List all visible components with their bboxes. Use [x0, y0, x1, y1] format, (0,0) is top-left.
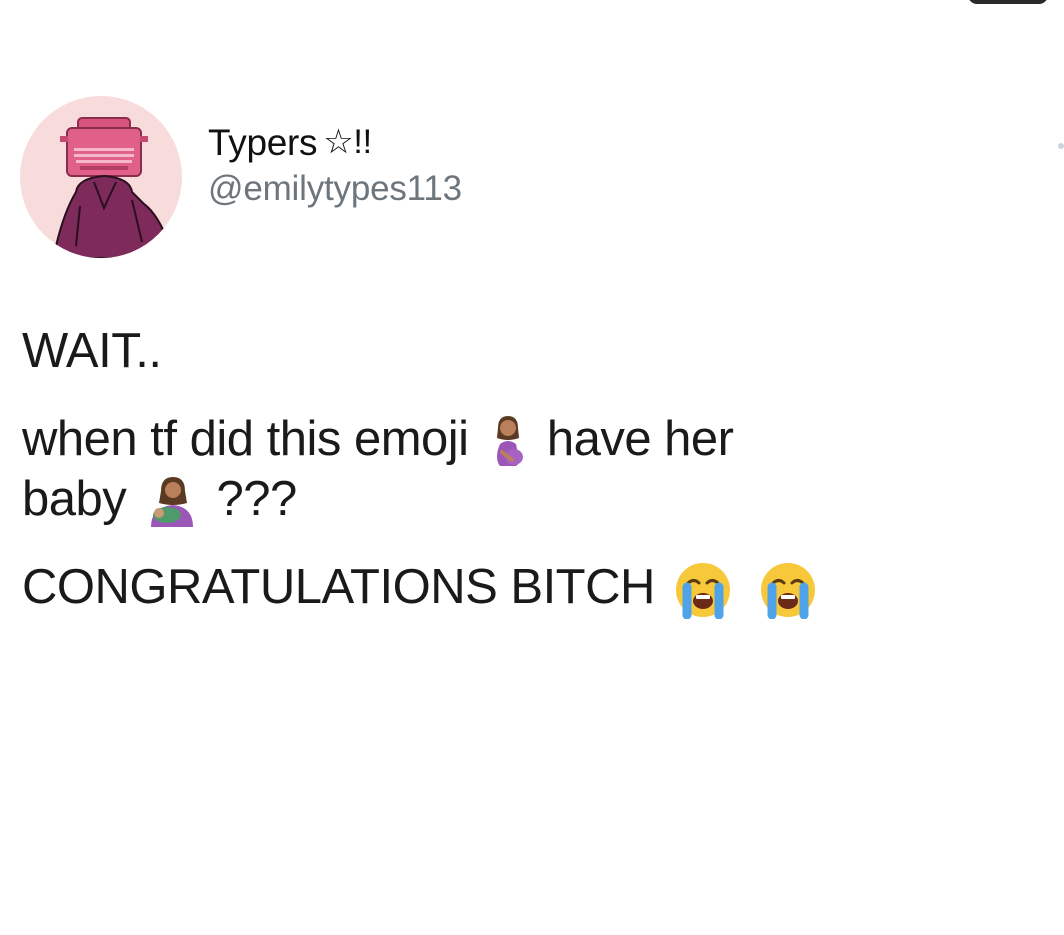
tweet-header: Typers ☆!! @emilytypes113	[20, 96, 462, 258]
tweet-line-4: CONGRATULATIONS BITCH	[22, 558, 1042, 620]
tweet-text: WAIT.. when tf did this emoji have her b…	[22, 322, 1042, 620]
tweet-line-3-start: baby	[22, 472, 127, 527]
tweet-line-2-start: when tf did this emoji	[22, 412, 469, 466]
author-display-name[interactable]: Typers ☆!!	[208, 122, 462, 165]
tweet-line-4-text: CONGRATULATIONS BITCH	[22, 560, 655, 615]
author-names: Typers ☆!! @emilytypes113	[208, 122, 462, 211]
tweet-line-2-end: have her	[546, 412, 734, 466]
tweet-line-2: when tf did this emoji have her	[22, 410, 1042, 470]
pregnant-woman-emoji-icon	[488, 414, 528, 470]
tweet-line-3: baby ???	[22, 470, 1042, 529]
author-handle[interactable]: @emilytypes113	[208, 168, 462, 210]
display-name-text: Typers	[208, 121, 318, 163]
top-status-pill	[968, 0, 1048, 4]
avatar[interactable]	[20, 96, 182, 258]
edge-chevron-icon	[1058, 143, 1064, 149]
tweet-line-1: WAIT..	[22, 324, 162, 378]
breastfeeding-emoji-icon	[145, 475, 197, 529]
loudly-crying-face-emoji-icon	[674, 561, 732, 620]
typewriter-head-avatar-icon	[54, 117, 171, 258]
display-name-suffix: ☆!!	[323, 123, 372, 162]
tweet-line-3-end: ???	[216, 472, 298, 527]
loudly-crying-face-emoji-icon	[759, 561, 817, 620]
